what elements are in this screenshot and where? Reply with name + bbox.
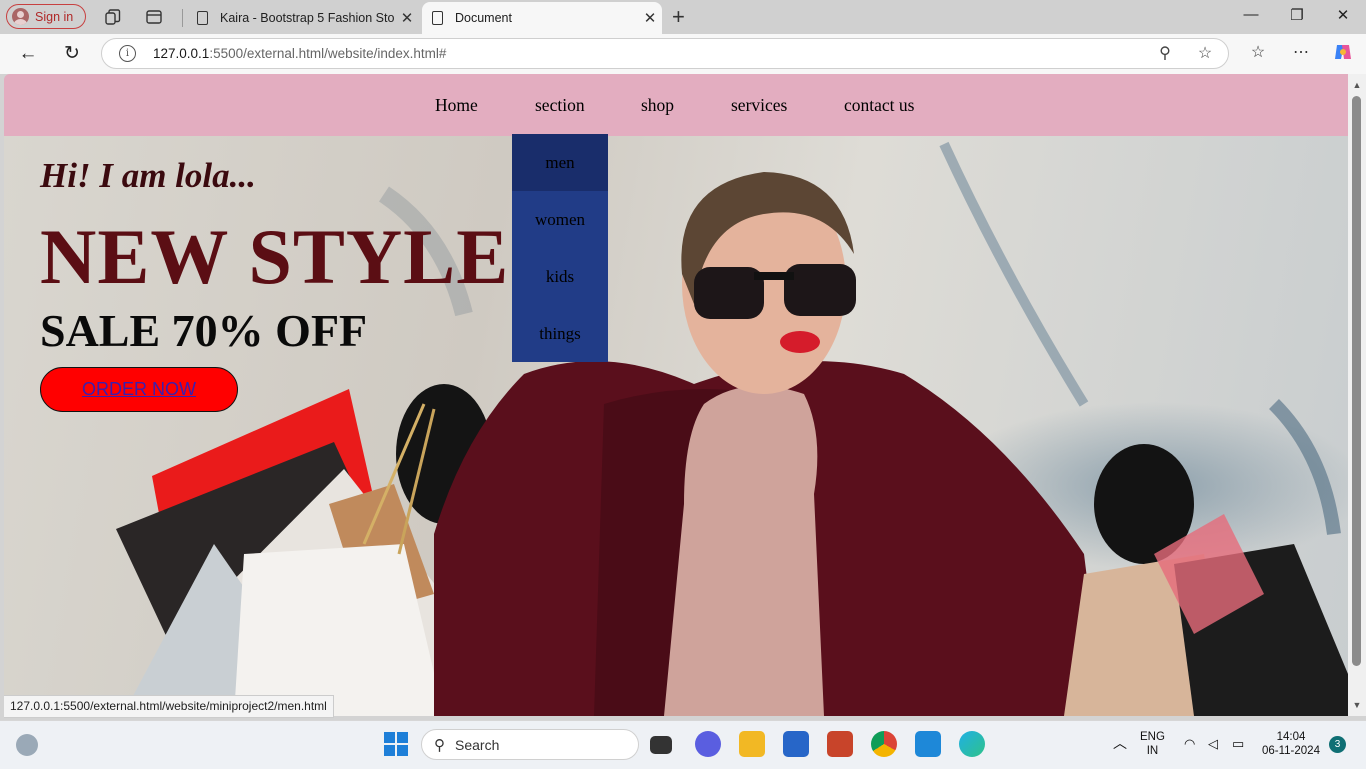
- scroll-down-arrow-icon[interactable]: ▼: [1352, 700, 1362, 710]
- tab-title: Document: [455, 11, 512, 25]
- section-dropdown-menu: men women kids things: [512, 134, 608, 362]
- hero-headline: NEW STYLE: [40, 213, 510, 300]
- profile-avatar-icon: [12, 8, 29, 25]
- battery-icon[interactable]: ▭: [1232, 737, 1244, 751]
- page-scrollbar[interactable]: ▲ ▼: [1348, 74, 1366, 716]
- site-navbar: Home section shop services contact us: [4, 74, 1348, 136]
- chrome-icon[interactable]: [871, 731, 897, 757]
- minimize-icon[interactable]: —: [1241, 6, 1261, 23]
- windows-taskbar: ⚲ Search ︿ ENG IN ◠ ◁ ▭ 14:04 06-11-2024…: [0, 720, 1366, 769]
- sign-in-button[interactable]: Sign in: [6, 4, 86, 29]
- start-windows-icon[interactable]: [383, 731, 409, 757]
- clock-date: 06-11-2024: [1262, 745, 1320, 757]
- nav-section-link[interactable]: section: [535, 95, 585, 116]
- tab-document[interactable]: Document ✕: [422, 2, 662, 34]
- microsoft-store-icon[interactable]: [783, 731, 809, 757]
- tab-actions-icon[interactable]: [145, 8, 163, 26]
- weather-widget-icon[interactable]: [16, 734, 38, 756]
- dropdown-item-things[interactable]: things: [512, 305, 608, 362]
- site-info-icon[interactable]: i: [119, 45, 136, 62]
- clock-time: 14:04: [1276, 731, 1306, 743]
- notification-badge[interactable]: 3: [1329, 736, 1346, 753]
- file-explorer-icon[interactable]: [739, 731, 765, 757]
- page-icon: [432, 11, 443, 25]
- back-arrow-icon[interactable]: ←: [17, 43, 39, 65]
- taskbar-search-box[interactable]: ⚲ Search: [421, 729, 639, 760]
- volume-icon[interactable]: ◁: [1208, 737, 1218, 751]
- new-tab-plus-icon[interactable]: +: [672, 4, 685, 30]
- page-viewport: Home section shop services contact us Hi…: [4, 74, 1348, 716]
- url-path: :5500/external.html/website/index.html#: [209, 46, 447, 61]
- wifi-icon[interactable]: ◠: [1184, 737, 1195, 751]
- dropdown-item-women[interactable]: women: [512, 191, 608, 248]
- region-label: IN: [1146, 745, 1159, 757]
- zoom-icon[interactable]: ⚲: [1156, 45, 1174, 63]
- tab-separator: [182, 9, 183, 27]
- sign-in-label: Sign in: [35, 9, 74, 24]
- vscode-icon[interactable]: [915, 731, 941, 757]
- url-host: 127.0.0.1: [153, 46, 210, 61]
- language-indicator[interactable]: ENG IN: [1140, 730, 1165, 758]
- teams-chat-icon[interactable]: [695, 731, 721, 757]
- dropdown-item-kids[interactable]: kids: [512, 248, 608, 305]
- url-field[interactable]: i 127.0.0.1:5500/external.html/website/i…: [101, 38, 1229, 69]
- lang-label: ENG: [1140, 731, 1165, 743]
- edge-icon[interactable]: [959, 731, 985, 757]
- copilot-icon[interactable]: [1332, 42, 1354, 64]
- nav-home-link[interactable]: Home: [435, 95, 478, 116]
- scrollbar-thumb[interactable]: [1352, 96, 1361, 666]
- url-text: 127.0.0.1:5500/external.html/website/ind…: [153, 46, 446, 61]
- hero-sale-text: SALE 70% OFF: [40, 305, 368, 356]
- search-placeholder: Search: [455, 736, 500, 753]
- more-options-icon[interactable]: ⋯: [1290, 42, 1312, 64]
- restore-icon[interactable]: ❐: [1287, 6, 1307, 24]
- link-status-bar: 127.0.0.1:5500/external.html/website/min…: [4, 695, 334, 718]
- powerpoint-icon[interactable]: [827, 731, 853, 757]
- close-tab-icon[interactable]: ✕: [638, 9, 662, 27]
- dropdown-item-men[interactable]: men: [512, 134, 608, 191]
- refresh-icon[interactable]: ↻: [61, 43, 83, 65]
- clock[interactable]: 14:04 06-11-2024: [1262, 730, 1320, 758]
- browser-tab-bar: Sign in Kaira - Bootstrap 5 Fashion Stor…: [0, 0, 1366, 34]
- nav-services-link[interactable]: services: [731, 95, 787, 116]
- page-icon: [197, 11, 208, 25]
- close-window-icon[interactable]: ✕: [1333, 6, 1353, 24]
- order-now-button[interactable]: ORDER NOW: [40, 367, 238, 412]
- scroll-up-arrow-icon[interactable]: ▲: [1352, 80, 1362, 90]
- favorite-star-icon[interactable]: ☆: [1196, 45, 1214, 63]
- tray-chevron-up-icon[interactable]: ︿: [1113, 736, 1127, 750]
- favorites-list-icon[interactable]: ☆: [1247, 42, 1269, 64]
- hero-greeting: Hi! I am lola...: [40, 156, 256, 195]
- nav-contact-link[interactable]: contact us: [844, 95, 914, 116]
- task-view-icon[interactable]: [650, 736, 672, 754]
- nav-shop-link[interactable]: shop: [641, 95, 674, 116]
- search-icon: ⚲: [434, 736, 445, 754]
- tab-title: Kaira - Bootstrap 5 Fashion Store: [220, 11, 395, 25]
- address-bar-row: ← ↻ i 127.0.0.1:5500/external.html/websi…: [0, 34, 1366, 74]
- close-tab-icon[interactable]: ✕: [395, 9, 419, 27]
- tab-kaira[interactable]: Kaira - Bootstrap 5 Fashion Store ✕: [187, 2, 419, 34]
- workspaces-icon[interactable]: [104, 8, 122, 26]
